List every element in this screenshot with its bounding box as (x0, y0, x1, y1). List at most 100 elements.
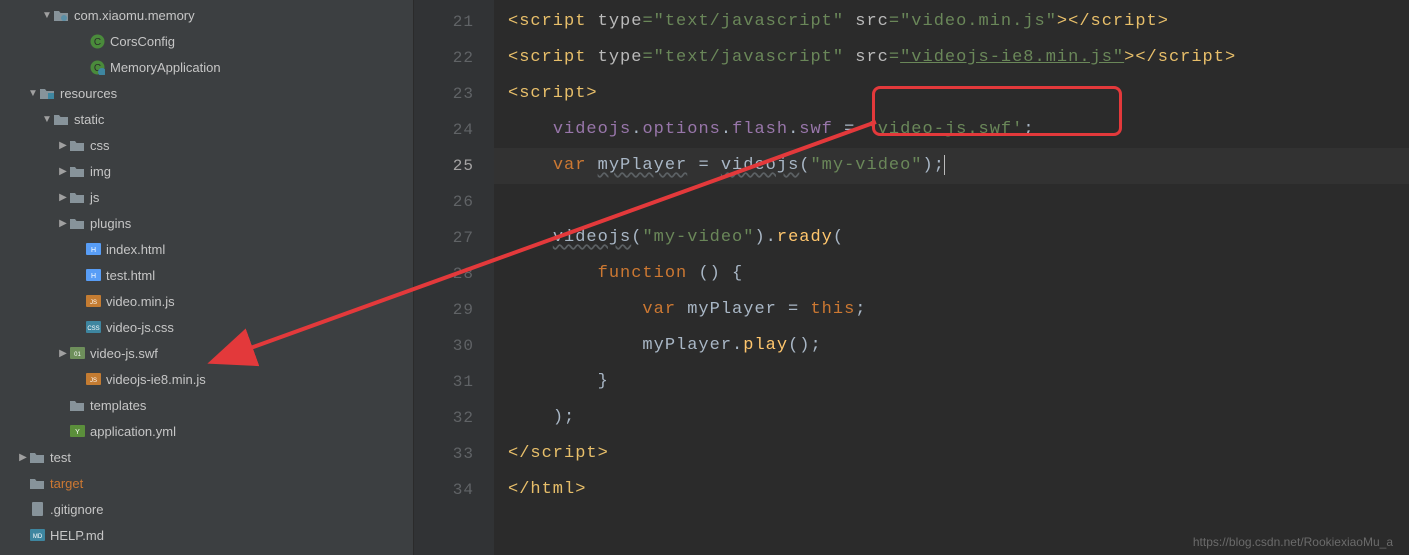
swf-icon: 01 (68, 345, 86, 361)
tree-item-label: index.html (106, 242, 165, 257)
tree-item-templates[interactable]: templates (0, 392, 413, 418)
line-number: 26 (414, 184, 474, 220)
code-line-27[interactable]: videojs("my-video").ready( (494, 220, 1409, 256)
svg-text:Y: Y (75, 429, 80, 436)
tree-item-label: video-js.css (106, 320, 174, 335)
js-icon: JS (84, 371, 102, 387)
expand-arrow-icon[interactable]: ▶ (58, 192, 68, 203)
tree-item-label: plugins (90, 216, 131, 231)
tree-item-label: com.xiaomu.memory (74, 8, 195, 23)
tree-item-js[interactable]: ▶ js (0, 184, 413, 210)
code-line-30[interactable]: myPlayer.play(); (494, 328, 1409, 364)
tree-item--gitignore[interactable]: .gitignore (0, 496, 413, 522)
tree-item-static[interactable]: ▼ static (0, 106, 413, 132)
code-line-32[interactable]: ); (494, 400, 1409, 436)
tree-item-label: video.min.js (106, 294, 175, 309)
js-icon: JS (84, 293, 102, 309)
code-line-33[interactable]: </script> (494, 436, 1409, 472)
line-number: 33 (414, 436, 474, 472)
code-line-21[interactable]: <script type="text/javascript" src="vide… (494, 4, 1409, 40)
line-number: 27 (414, 220, 474, 256)
line-number: 28 (414, 256, 474, 292)
code-line-22[interactable]: <script type="text/javascript" src="vide… (494, 40, 1409, 76)
folder-icon (68, 215, 86, 231)
watermark: https://blog.csdn.net/RookiexiaoMu_a (1193, 535, 1393, 549)
folder-icon (28, 475, 46, 491)
tree-item-corsconfig[interactable]: C CorsConfig (0, 28, 413, 54)
folder-icon (68, 163, 86, 179)
tree-item-img[interactable]: ▶img (0, 158, 413, 184)
tree-item-label: CorsConfig (110, 34, 175, 49)
line-number-gutter: 2122232425262728293031323334 (414, 0, 494, 555)
class-g-icon: C (88, 59, 106, 75)
expand-arrow-icon[interactable]: ▼ (28, 88, 38, 99)
line-number: 22 (414, 40, 474, 76)
expand-arrow-icon[interactable]: ▶ (58, 218, 68, 229)
expand-arrow-icon[interactable]: ▼ (42, 10, 52, 21)
tree-item-video-js-css[interactable]: CSS video-js.css (0, 314, 413, 340)
folder-icon (28, 449, 46, 465)
tree-item-label: .gitignore (50, 502, 103, 517)
tree-item-label: application.yml (90, 424, 176, 439)
tree-item-label: MemoryApplication (110, 60, 221, 75)
tree-item-video-js-swf[interactable]: ▶01video-js.swf (0, 340, 413, 366)
expand-arrow-icon[interactable]: ▶ (58, 348, 68, 359)
expand-arrow-icon[interactable]: ▼ (42, 114, 52, 125)
line-number: 32 (414, 400, 474, 436)
folder-icon (68, 189, 86, 205)
tree-item-label: resources (60, 86, 117, 101)
folder-icon (68, 397, 86, 413)
code-line-29[interactable]: var myPlayer = this; (494, 292, 1409, 328)
css-icon: CSS (84, 319, 102, 335)
tree-item-label: test.html (106, 268, 155, 283)
svg-text:CSS: CSS (87, 326, 99, 332)
line-number: 29 (414, 292, 474, 328)
code-line-34[interactable]: </html> (494, 472, 1409, 508)
tree-item-video-min-js[interactable]: JS video.min.js (0, 288, 413, 314)
html-icon: H (84, 241, 102, 257)
code-line-25[interactable]: var myPlayer = videojs("my-video"); (494, 148, 1409, 184)
code-line-26[interactable] (494, 184, 1409, 220)
folder-icon (52, 111, 70, 127)
tree-item-index-html[interactable]: Hindex.html (0, 236, 413, 262)
text-cursor (944, 155, 945, 175)
code-line-23[interactable]: <script> (494, 76, 1409, 112)
tree-item-memoryapplication[interactable]: C MemoryApplication (0, 54, 413, 80)
expand-arrow-icon[interactable]: ▶ (58, 140, 68, 151)
line-number: 31 (414, 364, 474, 400)
line-number: 23 (414, 76, 474, 112)
tree-item-test[interactable]: ▶ test (0, 444, 413, 470)
tree-item-label: templates (90, 398, 146, 413)
project-tree[interactable]: ▼ com.xiaomu.memory C CorsConfig C MemoryAppl… (0, 0, 414, 555)
tree-item-test-html[interactable]: Htest.html (0, 262, 413, 288)
tree-item-label: js (90, 190, 99, 205)
tree-item-label: HELP.md (50, 528, 104, 543)
tree-item-label: css (90, 138, 110, 153)
res-icon (38, 85, 56, 101)
tree-item-application-yml[interactable]: Yapplication.yml (0, 418, 413, 444)
tree-item-com-xiaomu-memory[interactable]: ▼ com.xiaomu.memory (0, 2, 413, 28)
line-number: 24 (414, 112, 474, 148)
expand-arrow-icon[interactable]: ▶ (18, 452, 28, 463)
tree-item-label: videojs-ie8.min.js (106, 372, 206, 387)
tree-item-css[interactable]: ▶ css (0, 132, 413, 158)
tree-item-label: target (50, 476, 83, 491)
tree-item-label: test (50, 450, 71, 465)
tree-item-label: static (74, 112, 104, 127)
code-editor[interactable]: <script type="text/javascript" src="vide… (494, 0, 1409, 555)
line-number: 30 (414, 328, 474, 364)
tree-item-resources[interactable]: ▼ resources (0, 80, 413, 106)
code-line-24[interactable]: videojs.options.flash.swf = 'video-js.sw… (494, 112, 1409, 148)
folder-icon (68, 137, 86, 153)
code-line-28[interactable]: function () { (494, 256, 1409, 292)
svg-text:H: H (90, 273, 95, 280)
expand-arrow-icon[interactable]: ▶ (58, 166, 68, 177)
line-number: 25 (414, 148, 474, 184)
tree-item-videojs-ie8-min-js[interactable]: JS videojs-ie8.min.js (0, 366, 413, 392)
tree-item-plugins[interactable]: ▶ plugins (0, 210, 413, 236)
svg-text:H: H (90, 247, 95, 254)
tree-item-target[interactable]: target (0, 470, 413, 496)
code-line-31[interactable]: } (494, 364, 1409, 400)
class-c-icon: C (88, 33, 106, 49)
tree-item-help-md[interactable]: MDHELP.md (0, 522, 413, 548)
